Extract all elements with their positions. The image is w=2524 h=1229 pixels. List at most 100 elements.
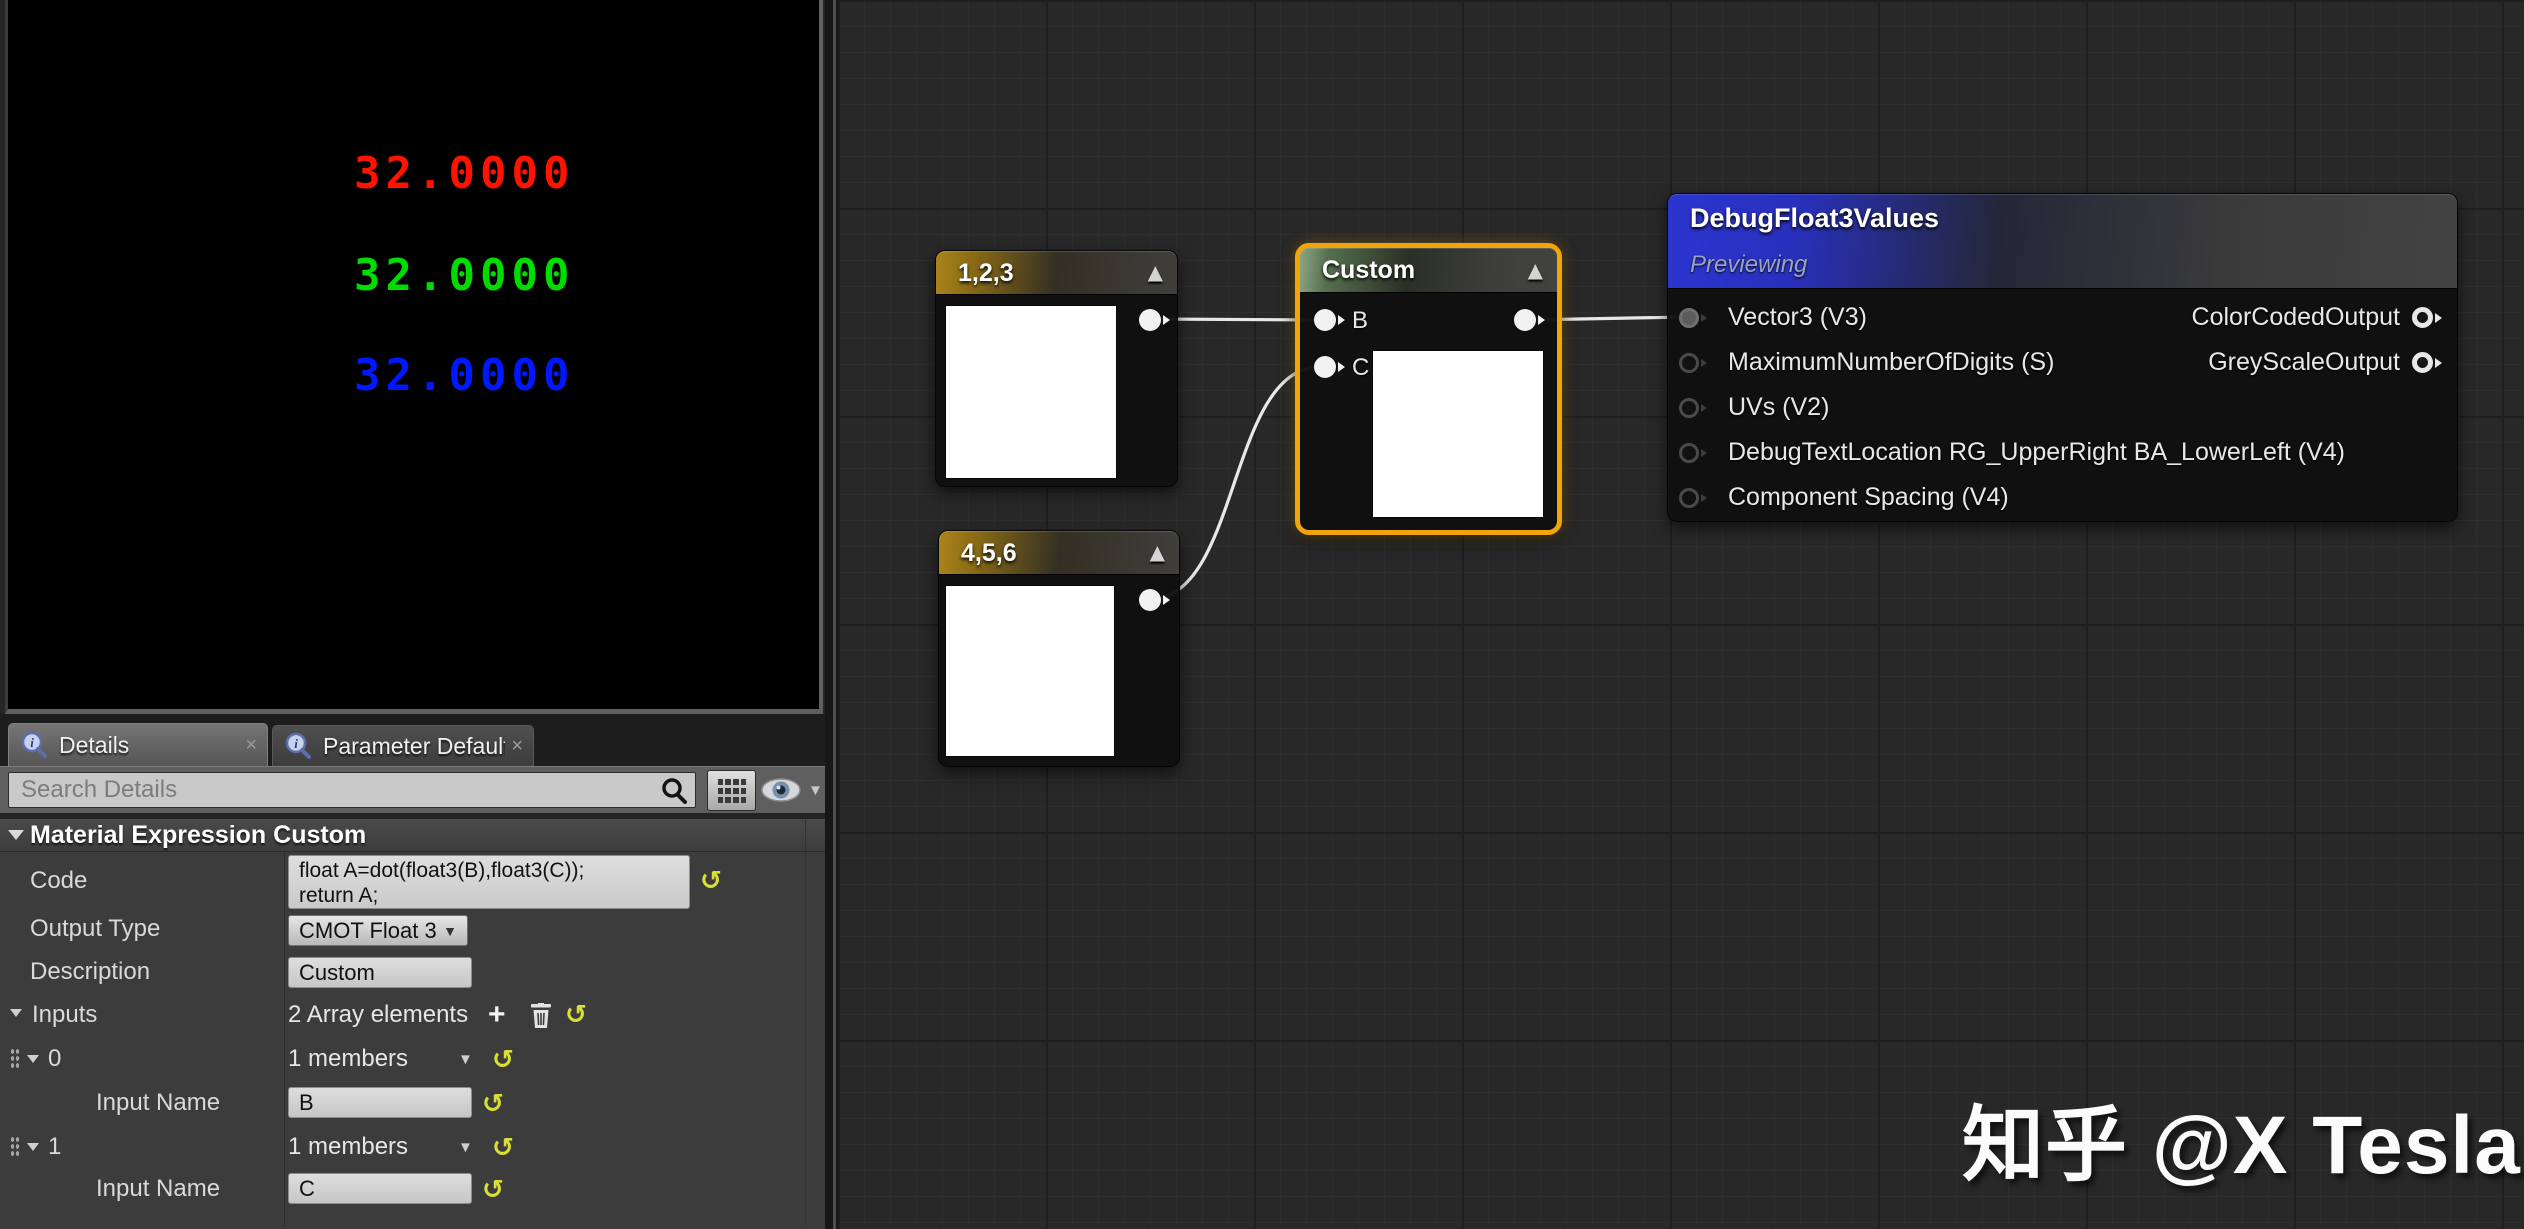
node-456-output-pin[interactable]	[1139, 589, 1175, 611]
details-tabbar: i Details × i Parameter Defaults ×	[0, 714, 825, 766]
material-graph-canvas[interactable]: 1,2,3 ▲ 4,5,6 ▲ Custom ▲	[838, 0, 2524, 1229]
pin-tip	[1701, 494, 1711, 502]
collapse-icon[interactable]: ▲	[1528, 260, 1543, 280]
property-matrix-button[interactable]	[707, 770, 756, 811]
debug-input-row-vector3[interactable]: Vector3 (V3)	[1668, 295, 2141, 340]
output-type-dropdown[interactable]: CMOT Float 3 ▼	[288, 915, 468, 946]
element0-label: 0	[48, 1037, 61, 1081]
debug-output-row-colorcoded[interactable]: ColorCodedOutput	[2192, 295, 2447, 340]
custom-input-pin-b[interactable]	[1314, 309, 1350, 331]
debug-input-row-maxdigits[interactable]: MaximumNumberOfDigits (S)	[1668, 340, 2141, 385]
pin-tip	[1338, 362, 1350, 372]
debug-output-label: GreyScaleOutput	[2208, 348, 2400, 377]
pin-tip	[2435, 358, 2447, 368]
element1-drag-handle[interactable]	[10, 1136, 20, 1158]
node-123-output-pin[interactable]	[1139, 309, 1175, 331]
section-material-expression-custom[interactable]: Material Expression Custom	[0, 819, 825, 852]
code-field[interactable]: float A=dot(float3(B),float3(C)); return…	[288, 855, 690, 909]
parameter-defaults-tab-icon: i	[283, 731, 313, 761]
element0-drag-handle[interactable]	[10, 1048, 20, 1070]
debug-input-label: UVs (V2)	[1728, 393, 1829, 422]
element1-label: 1	[48, 1125, 61, 1169]
left-panel: 32.0000 32.0000 32.0000 i Details × i	[0, 0, 825, 1229]
element0-dropdown-icon[interactable]: ▼	[458, 1051, 473, 1068]
debug-output-pin-greyscale[interactable]	[2412, 352, 2447, 373]
debug-input-pin-maxdigits[interactable]	[1679, 353, 1711, 373]
input-name1-field[interactable]: C	[288, 1173, 472, 1204]
node-constant-456[interactable]: 4,5,6 ▲	[938, 530, 1180, 767]
svg-text:i: i	[30, 735, 34, 750]
inputs-label: Inputs	[32, 992, 97, 1037]
node-custom-selected[interactable]: Custom ▲ B C	[1295, 243, 1562, 535]
output-type-label: Output Type	[30, 908, 160, 950]
delete-elements-icon[interactable]	[530, 1003, 552, 1029]
input-name0-field[interactable]: B	[288, 1087, 472, 1118]
search-details-input[interactable]	[8, 772, 696, 808]
grid-view-icon	[718, 779, 746, 803]
debug-input-label: MaximumNumberOfDigits (S)	[1728, 348, 2054, 377]
section-expand-icon[interactable]	[8, 830, 24, 840]
inputs-reset-icon[interactable]: ↺	[565, 1002, 587, 1028]
debug-input-pin-textlocation[interactable]	[1679, 443, 1711, 463]
output-type-value: CMOT Float 3	[299, 918, 437, 944]
add-element-icon[interactable]: +	[488, 1000, 506, 1030]
element0-expand-icon[interactable]	[27, 1055, 39, 1063]
debug-output-pin-colorcoded[interactable]	[2412, 307, 2447, 328]
pin-tip	[1338, 315, 1350, 325]
details-search-row: ▼	[0, 766, 825, 813]
tab-details-label: Details	[59, 732, 129, 759]
node-debugfloat3values[interactable]: DebugFloat3Values Previewing Vector3 (V3…	[1667, 193, 2458, 522]
eye-icon	[760, 776, 802, 804]
pin-circle	[1139, 589, 1161, 611]
pin-tip	[1163, 315, 1175, 325]
input-name1-reset-icon[interactable]: ↺	[482, 1177, 504, 1203]
input-name0-reset-icon[interactable]: ↺	[482, 1091, 504, 1117]
display-filter-dropdown[interactable]: ▼	[760, 776, 823, 804]
node-456-preview	[946, 586, 1114, 756]
element0-members: 1 members	[288, 1037, 408, 1081]
label-value-divider[interactable]	[284, 852, 285, 1229]
custom-input-pin-c[interactable]	[1314, 356, 1350, 378]
node-custom-header[interactable]: Custom	[1300, 248, 1557, 293]
debug-value-red: 32.0000	[354, 148, 574, 199]
description-field[interactable]: Custom	[288, 957, 472, 988]
element1-reset-icon[interactable]: ↺	[492, 1135, 514, 1161]
pin-tip	[1538, 315, 1550, 325]
custom-output-pin[interactable]	[1514, 309, 1550, 331]
element1-dropdown-icon[interactable]: ▼	[458, 1139, 473, 1156]
code-reset-icon[interactable]: ↺	[700, 868, 722, 894]
code-label: Code	[30, 853, 87, 908]
debug-input-pin-vector3[interactable]	[1679, 308, 1711, 328]
collapse-icon[interactable]: ▲	[1150, 542, 1165, 562]
pin-tip	[2435, 313, 2447, 323]
description-value: Custom	[299, 960, 375, 986]
node-constant-123[interactable]: 1,2,3 ▲	[935, 250, 1178, 487]
panel-divider[interactable]	[825, 0, 838, 1229]
tab-details-close-icon[interactable]: ×	[245, 735, 257, 755]
description-label: Description	[30, 951, 150, 992]
pin-circle	[1314, 309, 1336, 331]
node-456-header[interactable]: 4,5,6	[939, 531, 1179, 575]
tab-parameter-defaults[interactable]: i Parameter Defaults ×	[272, 725, 534, 766]
debug-input-pin-uvs[interactable]	[1679, 398, 1711, 418]
tab-details[interactable]: i Details ×	[8, 723, 268, 766]
tab-parameter-defaults-close-icon[interactable]: ×	[511, 736, 523, 756]
pin-circle	[1514, 309, 1536, 331]
pin-circle	[1679, 353, 1699, 373]
element0-reset-icon[interactable]: ↺	[492, 1047, 514, 1073]
node-123-header[interactable]: 1,2,3	[936, 251, 1177, 295]
debug-value-green: 32.0000	[354, 250, 574, 301]
pin-circle	[1314, 356, 1336, 378]
debug-output-row-greyscale[interactable]: GreyScaleOutput	[2208, 340, 2447, 385]
preview-viewport[interactable]: 32.0000 32.0000 32.0000	[5, 0, 823, 714]
inputs-expand-icon[interactable]	[10, 1009, 22, 1017]
inputs-count: 2 Array elements	[288, 992, 468, 1037]
debug-input-row-spacing[interactable]: Component Spacing (V4)	[1668, 475, 2141, 520]
scrollbar-track[interactable]	[805, 819, 806, 1229]
input-name0-label: Input Name	[96, 1081, 220, 1125]
debug-input-row-textlocation[interactable]: DebugTextLocation RG_UpperRight BA_Lower…	[1668, 430, 2378, 475]
collapse-icon[interactable]: ▲	[1148, 262, 1163, 282]
debug-input-pin-spacing[interactable]	[1679, 488, 1711, 508]
element1-expand-icon[interactable]	[27, 1143, 39, 1151]
debug-input-row-uvs[interactable]: UVs (V2)	[1668, 385, 2141, 430]
